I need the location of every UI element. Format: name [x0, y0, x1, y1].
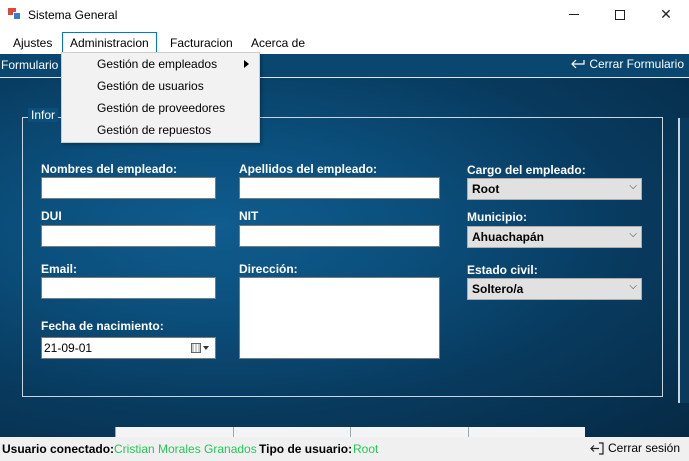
- fecha-nacimiento-label: Fecha de nacimiento:: [41, 319, 164, 333]
- menu-administracion[interactable]: Administracion: [62, 32, 157, 54]
- municipio-value: Ahuachapán: [472, 230, 545, 244]
- close-form-button[interactable]: Cerrar Formulario: [571, 57, 684, 71]
- menu-item-gestion-proveedores[interactable]: Gestión de proveedores: [97, 101, 225, 115]
- logout-button[interactable]: Cerrar sesión: [590, 441, 680, 455]
- back-arrow-icon: [571, 59, 585, 69]
- chevron-down-icon: ⌵: [629, 281, 637, 292]
- nombres-input[interactable]: [41, 177, 216, 199]
- menu-ajustes[interactable]: Ajustes: [6, 33, 59, 53]
- maximize-icon: [615, 9, 625, 20]
- user-type-label: Tipo de usuario:: [259, 442, 353, 456]
- municipio-label: Municipio:: [467, 210, 527, 224]
- estado-civil-label: Estado civil:: [467, 263, 538, 277]
- status-bar: Usuario conectado: Cristian Morales Gran…: [0, 437, 689, 461]
- close-form-label: Cerrar Formulario: [589, 57, 684, 71]
- menu-acerca-de[interactable]: Acerca de: [244, 33, 312, 53]
- chevron-down-icon: ⌵: [629, 229, 637, 240]
- user-value: Cristian Morales Granados: [114, 442, 257, 456]
- minimize-icon: [569, 14, 579, 15]
- dui-input[interactable]: [41, 225, 216, 247]
- minimize-button[interactable]: [551, 0, 597, 29]
- estado-civil-select[interactable]: Soltero/a ⌵: [467, 278, 642, 300]
- chevron-down-icon: ⌵: [629, 181, 637, 192]
- menu-facturacion[interactable]: Facturacion: [163, 33, 240, 53]
- menu-item-gestion-usuarios[interactable]: Gestión de usuarios: [97, 79, 204, 93]
- close-icon: ✕: [660, 6, 672, 22]
- logout-label: Cerrar sesión: [608, 441, 681, 455]
- estado-civil-value: Soltero/a: [472, 282, 524, 296]
- user-type-value: Root: [353, 442, 379, 456]
- dui-label: DUI: [41, 209, 62, 223]
- app-icon: [8, 8, 21, 20]
- window-title: Sistema General: [28, 8, 118, 22]
- submenu-arrow-icon: [244, 60, 249, 68]
- close-button[interactable]: ✕: [643, 0, 689, 29]
- form-title: Formulario: [1, 58, 59, 72]
- email-label: Email:: [41, 262, 78, 276]
- apellidos-label: Apellidos del empleado:: [239, 162, 378, 176]
- menu-item-gestion-empleados[interactable]: Gestión de empleados: [97, 57, 217, 71]
- group-title: Infor: [28, 108, 59, 122]
- nombres-label: Nombres del empleado:: [41, 162, 178, 176]
- apellidos-input[interactable]: [239, 177, 440, 199]
- municipio-select[interactable]: Ahuachapán ⌵: [467, 226, 642, 248]
- email-input[interactable]: [41, 277, 216, 299]
- fecha-nacimiento-value: 21-09-01: [44, 341, 93, 355]
- cargo-value: Root: [472, 182, 500, 196]
- direccion-textarea[interactable]: [239, 277, 440, 359]
- nit-label: NIT: [239, 209, 259, 223]
- administracion-dropdown: Gestión de empleados Gestión de usuarios…: [61, 52, 260, 143]
- cargo-select[interactable]: Root ⌵: [467, 178, 642, 200]
- direccion-label: Dirección:: [239, 262, 298, 276]
- maximize-button[interactable]: [597, 0, 643, 29]
- menu-bar: Ajustes Administracion Facturacion Acerc…: [0, 31, 689, 54]
- side-panel-edge: [678, 118, 689, 403]
- fecha-nacimiento-picker[interactable]: 21-09-01: [41, 337, 216, 359]
- user-label: Usuario conectado:: [2, 442, 115, 456]
- logout-icon: [590, 441, 604, 455]
- cargo-label: Cargo del empleado:: [467, 163, 586, 177]
- title-bar: Sistema General ✕: [0, 0, 689, 31]
- menu-item-gestion-repuestos[interactable]: Gestión de repuestos: [97, 123, 211, 137]
- bottom-panel-strip: [115, 427, 585, 437]
- nit-input[interactable]: [239, 225, 440, 247]
- calendar-icon[interactable]: [191, 342, 211, 354]
